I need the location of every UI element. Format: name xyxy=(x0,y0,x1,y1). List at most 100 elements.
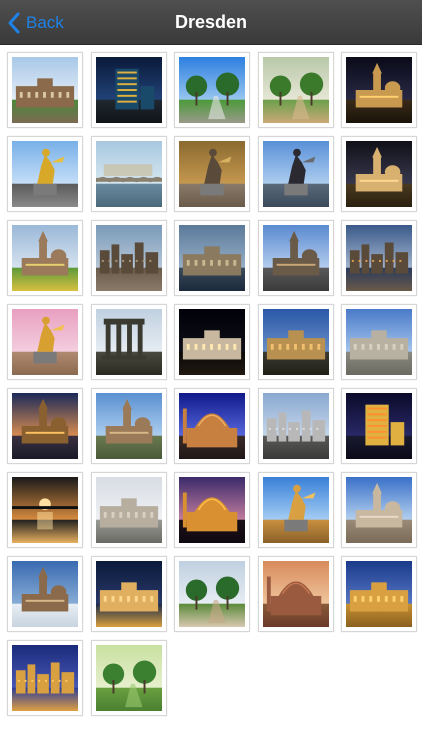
photo-canaletto-view xyxy=(95,393,162,459)
photo-thumbnail[interactable] xyxy=(7,556,83,632)
photo-image xyxy=(12,309,78,375)
photo-palace-night-lights xyxy=(179,309,245,375)
photo-thumbnail[interactable] xyxy=(174,220,250,296)
photo-hofkirche-evening xyxy=(346,141,412,207)
photo-thumbnail[interactable] xyxy=(341,220,417,296)
photo-image xyxy=(346,561,412,627)
photo-thumbnail[interactable] xyxy=(257,556,334,632)
photo-golden-rider-statue xyxy=(12,141,78,207)
photo-thumbnail[interactable] xyxy=(174,388,250,464)
photo-image xyxy=(95,309,162,375)
photo-image xyxy=(12,57,78,123)
photo-castle-golden-light xyxy=(346,561,412,627)
photo-thumbnail[interactable] xyxy=(90,388,167,464)
photo-image xyxy=(179,141,245,207)
photo-art-academy-dome xyxy=(346,309,412,375)
photo-rooftops-aerial xyxy=(95,225,162,291)
photo-thumbnail[interactable] xyxy=(7,136,83,212)
photo-thumbnail[interactable] xyxy=(174,52,250,128)
photo-yenidze-dome-sunset xyxy=(179,477,245,543)
photo-thumbnail[interactable] xyxy=(90,304,167,380)
photo-palace-reflection-night xyxy=(95,561,162,627)
photo-image xyxy=(12,225,78,291)
photo-thumbnail[interactable] xyxy=(174,556,250,632)
photo-old-town-garden xyxy=(12,225,78,291)
photo-thumbnail[interactable] xyxy=(341,304,417,380)
photo-palace-garden-trees xyxy=(179,561,245,627)
photo-image xyxy=(346,309,412,375)
photo-skyline-reflection-night xyxy=(12,645,78,711)
photo-thumbnail[interactable] xyxy=(90,556,167,632)
photo-image xyxy=(262,225,329,291)
photo-image xyxy=(179,57,245,123)
photo-thumbnail[interactable] xyxy=(341,52,417,128)
photo-image xyxy=(179,561,245,627)
photo-image xyxy=(262,477,329,543)
photo-thumbnail[interactable] xyxy=(341,388,417,464)
photo-thumbnail[interactable] xyxy=(257,472,334,548)
photo-image xyxy=(95,57,162,123)
photo-sunset-over-river xyxy=(12,477,78,543)
photo-image xyxy=(12,477,78,543)
photo-frauenkirche-night xyxy=(346,57,412,123)
photo-image xyxy=(95,561,162,627)
photo-image xyxy=(95,141,162,207)
photo-thumbnail[interactable] xyxy=(341,472,417,548)
photo-thumbnail[interactable] xyxy=(174,472,250,548)
photo-elbe-river-bridge xyxy=(95,141,162,207)
photo-image xyxy=(346,393,412,459)
photo-park-blue-sky xyxy=(179,57,245,123)
back-button[interactable]: Back xyxy=(8,0,64,45)
photo-thumbnail[interactable] xyxy=(90,52,167,128)
photo-thumbnail[interactable] xyxy=(257,52,334,128)
photo-thumbnail[interactable] xyxy=(90,472,167,548)
photo-thumbnail[interactable] xyxy=(341,556,417,632)
photo-image xyxy=(179,225,245,291)
photo-thumbnail[interactable] xyxy=(7,52,83,128)
photo-yenidze-blue-hour xyxy=(179,393,245,459)
photo-image xyxy=(262,309,329,375)
photo-thumbnail[interactable] xyxy=(90,136,167,212)
back-label: Back xyxy=(26,12,64,32)
photo-thumbnail[interactable] xyxy=(90,640,167,716)
photo-image xyxy=(262,393,329,459)
photo-thumbnail[interactable] xyxy=(257,136,334,212)
photo-zwinger-courtyard xyxy=(12,57,78,123)
photo-thumbnail[interactable] xyxy=(7,304,83,380)
photo-image xyxy=(346,141,412,207)
photo-image xyxy=(12,141,78,207)
photo-skyline-water-dusk xyxy=(346,225,412,291)
photo-image xyxy=(262,561,329,627)
photo-thumbnail[interactable] xyxy=(7,472,83,548)
photo-grid xyxy=(7,52,417,716)
photo-thumbnail[interactable] xyxy=(7,640,83,716)
photo-image xyxy=(12,393,78,459)
photo-garden-path xyxy=(262,57,329,123)
photo-thumbnail[interactable] xyxy=(7,220,83,296)
photo-image xyxy=(179,393,245,459)
photo-lion-sculpture-autumn xyxy=(179,141,245,207)
photo-thumbnail[interactable] xyxy=(174,136,250,212)
photo-thumbnail[interactable] xyxy=(257,220,334,296)
photo-thumbnail[interactable] xyxy=(257,304,334,380)
photo-modern-buildings xyxy=(262,393,329,459)
photo-thumbnail[interactable] xyxy=(174,304,250,380)
photo-winter-church-blue xyxy=(12,561,78,627)
photo-thumbnail[interactable] xyxy=(90,220,167,296)
photo-image xyxy=(262,57,329,123)
photo-rotunda-columns xyxy=(95,309,162,375)
photo-image xyxy=(95,645,162,711)
photo-image xyxy=(346,225,412,291)
chevron-left-icon xyxy=(8,12,20,34)
navigation-bar: Back Dresden xyxy=(0,0,422,45)
photo-old-town-night-river xyxy=(12,393,78,459)
photo-image xyxy=(95,225,162,291)
photo-image xyxy=(12,645,78,711)
photo-golden-statue-pink-sky xyxy=(12,309,78,375)
photo-image xyxy=(262,141,329,207)
photo-thumbnail[interactable] xyxy=(7,388,83,464)
photo-thumbnail[interactable] xyxy=(257,388,334,464)
photo-image xyxy=(346,57,412,123)
photo-thumbnail[interactable] xyxy=(341,136,417,212)
photo-image xyxy=(95,393,162,459)
